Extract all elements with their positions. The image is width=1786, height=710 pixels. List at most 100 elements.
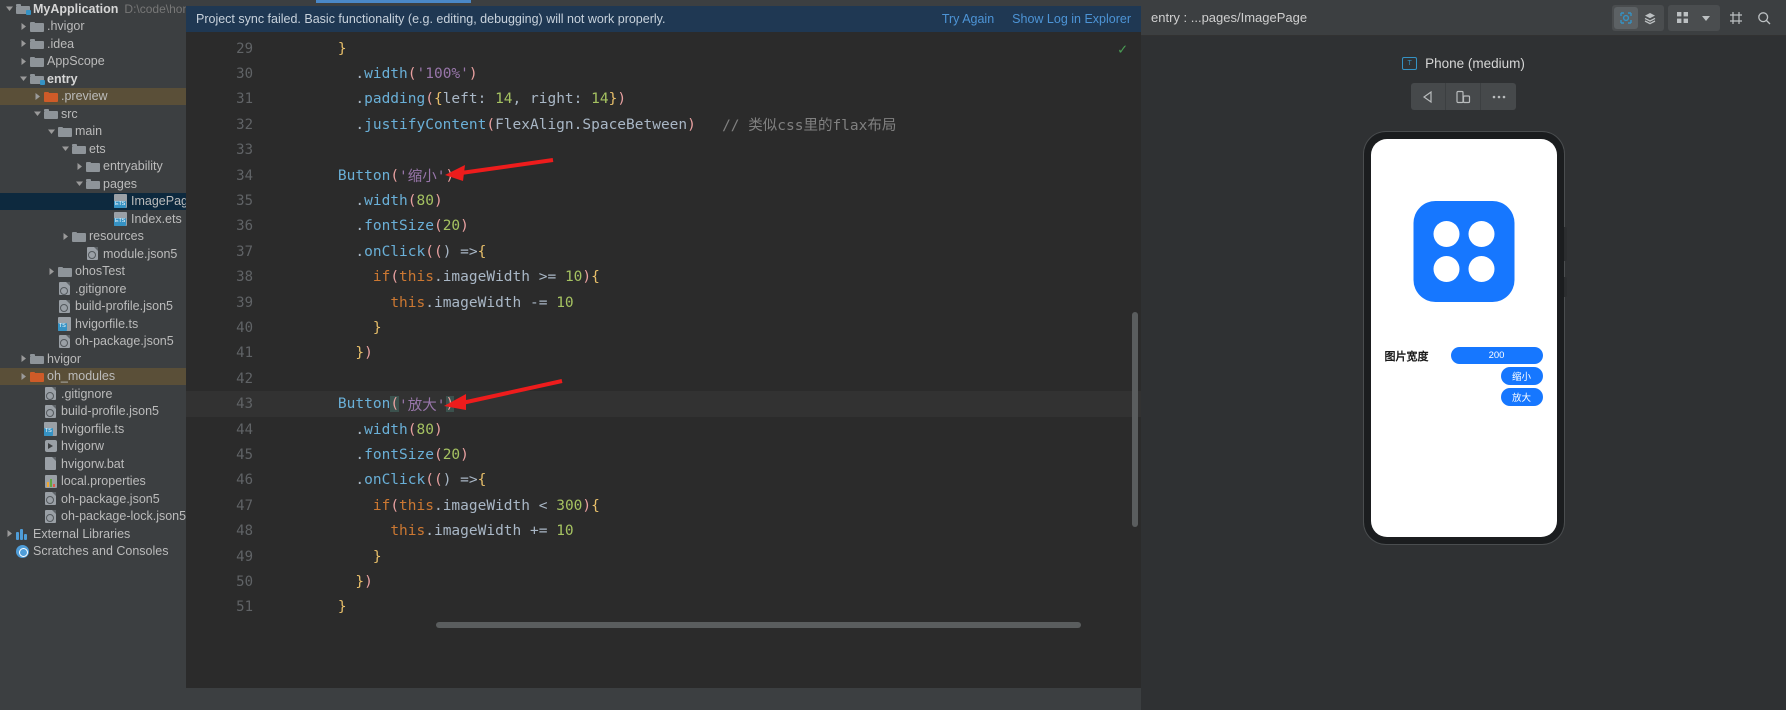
code-line[interactable]: if(this. imageWidth < 300){ <box>303 493 1141 518</box>
chevron-right-icon[interactable] <box>46 263 57 280</box>
project-tree-panel[interactable]: MyApplication D:\code\hong .hvigor .idea App… <box>0 0 186 710</box>
chevron-right-icon[interactable] <box>18 350 29 367</box>
inspector-icon[interactable] <box>1614 6 1638 29</box>
chevron-right-icon[interactable] <box>74 158 85 175</box>
tree-item-index-ets[interactable]: ETS Index.ets <box>0 210 186 228</box>
tree-item-oh-package-lock-json5[interactable]: oh-package-lock.json5 <box>0 508 186 526</box>
tree-item-gitignore[interactable]: .gitignore <box>0 280 186 298</box>
chevron-right-icon[interactable] <box>18 368 29 385</box>
code-line[interactable] <box>303 138 1141 163</box>
tree-item-hvigor[interactable]: hvigor <box>0 350 186 368</box>
tree-item-preview[interactable]: .preview <box>0 87 186 105</box>
code-content[interactable]: } . width('100%') . padding({left: 14, rig… <box>261 32 1141 632</box>
device-controls[interactable] <box>1411 83 1516 110</box>
code-token: width <box>364 193 408 210</box>
chevron-right-icon[interactable] <box>18 53 29 70</box>
chevron-right-icon[interactable] <box>18 18 29 35</box>
device-screen[interactable]: 图片宽度 200 缩小 放大 <box>1370 139 1557 537</box>
previewer-toolbar[interactable] <box>1612 4 1776 31</box>
chevron-right-icon[interactable] <box>32 88 43 105</box>
enlarge-button[interactable]: 放大 <box>1500 388 1543 406</box>
try-again-link[interactable]: Try Again <box>942 12 994 26</box>
fit-to-frame-icon[interactable] <box>1724 7 1748 29</box>
tree-item-hvigorw[interactable]: hvigorw <box>0 438 186 456</box>
tree-item-idea[interactable]: .idea <box>0 35 186 53</box>
code-line[interactable]: }) <box>303 341 1141 366</box>
tree-item-pages[interactable]: pages <box>0 175 186 193</box>
tree-item-entryability[interactable]: entryability <box>0 158 186 176</box>
chevron-down-icon[interactable] <box>1694 7 1718 29</box>
tree-item-module-json5[interactable]: module.json5 <box>0 245 186 263</box>
code-line[interactable]: . onClick(() =>{ <box>303 239 1141 264</box>
code-line[interactable]: Button('放大') <box>261 391 1141 417</box>
show-log-in-explorer-link[interactable]: Show Log in Explorer <box>1012 12 1131 26</box>
chevron-right-icon[interactable] <box>18 35 29 52</box>
tree-item-hvigorfile-ts[interactable]: TS hvigorfile.ts <box>0 420 186 438</box>
tree-item-local-properties[interactable]: local.properties <box>0 473 186 491</box>
code-editor[interactable]: 29 30 31 32 33 34 35 36 37 38 39 40 41 42 43 44 45 46 47 48… <box>186 32 1141 632</box>
chevron-down-icon[interactable] <box>46 123 57 140</box>
code-line[interactable]: . fontSize(20) <box>303 214 1141 239</box>
tree-item-oh-package-json5[interactable]: oh-package.json5 <box>0 490 186 508</box>
json5-file-icon <box>43 508 58 524</box>
code-line[interactable]: . padding({left: 14, right: 14}) <box>303 87 1141 112</box>
code-line[interactable]: . width(80) <box>303 417 1141 442</box>
shrink-button[interactable]: 缩小 <box>1500 367 1543 385</box>
code-line[interactable]: }) <box>303 569 1141 594</box>
tree-item-imagepage[interactable]: ETSImagePage. <box>0 192 186 210</box>
grid-layout-icon[interactable] <box>1670 7 1694 29</box>
code-line[interactable]: . justifyContent(FlexAlign. SpaceBetween) … <box>303 112 1141 137</box>
code-line[interactable]: . fontSize(20) <box>303 442 1141 467</box>
tree-item-resources[interactable]: resources <box>0 228 186 246</box>
device-selector[interactable]: T Phone (medium) <box>1402 56 1525 71</box>
code-line[interactable]: this. imageWidth -= 10 <box>303 290 1141 315</box>
back-icon[interactable] <box>1411 83 1446 110</box>
code-line[interactable]: . onClick(() =>{ <box>303 468 1141 493</box>
tree-item-myapplication[interactable]: MyApplication D:\code\hong <box>0 0 186 18</box>
code-line[interactable]: } <box>303 544 1141 569</box>
layers-icon[interactable] <box>1638 7 1662 29</box>
inspect-tool-group[interactable] <box>1612 4 1664 31</box>
layout-tool-group[interactable] <box>1668 4 1720 31</box>
code-line[interactable]: . width(80) <box>303 188 1141 213</box>
rotate-device-icon[interactable] <box>1446 83 1481 110</box>
tree-item-ets[interactable]: ets <box>0 140 186 158</box>
tree-item-ohostest[interactable]: ohosTest <box>0 263 186 281</box>
tree-item-entry[interactable]: entry <box>0 70 186 88</box>
tree-item-hvigor[interactable]: .hvigor <box>0 18 186 36</box>
code-line[interactable] <box>303 366 1141 391</box>
code-line[interactable]: } <box>303 315 1141 340</box>
zoom-out-icon[interactable] <box>1752 7 1776 29</box>
chevron-down-icon[interactable] <box>4 0 15 17</box>
tree-item-src[interactable]: src <box>0 105 186 123</box>
tree-item-hvigorfile-ts[interactable]: TS hvigorfile.ts <box>0 315 186 333</box>
code-line[interactable]: } <box>303 36 1141 61</box>
tree-item-build-profile-json5[interactable]: build-profile.json5 <box>0 403 186 421</box>
chevron-down-icon[interactable] <box>32 105 43 122</box>
tree-item-appscope[interactable]: AppScope <box>0 53 186 71</box>
editor-horizontal-scrollbar[interactable] <box>436 622 1081 628</box>
code-line[interactable]: if(this. imageWidth >= 10){ <box>303 265 1141 290</box>
tree-item-oh-modules[interactable]: oh_modules <box>0 367 186 385</box>
more-options-icon[interactable] <box>1481 83 1516 110</box>
code-line[interactable]: } <box>303 595 1141 620</box>
code-line[interactable]: this. imageWidth += 10 <box>303 518 1141 543</box>
tree-item-oh-package-json5[interactable]: oh-package.json5 <box>0 333 186 351</box>
tree-item-build-profile-json5[interactable]: build-profile.json5 <box>0 298 186 316</box>
chevron-down-icon[interactable] <box>60 140 71 157</box>
editor-vertical-scrollbar[interactable] <box>1132 312 1138 527</box>
chevron-down-icon[interactable] <box>18 70 29 87</box>
chevron-right-icon[interactable] <box>60 228 71 245</box>
tree-item-gitignore[interactable]: .gitignore <box>0 385 186 403</box>
chevron-down-icon[interactable] <box>74 175 85 192</box>
line-number-gutter[interactable]: 29 30 31 32 33 34 35 36 37 38 39 40 41 42 43 44 45 46 47 48… <box>186 32 261 632</box>
tree-item-main[interactable]: main <box>0 123 186 141</box>
code-token: } <box>355 345 365 362</box>
tree-item-hvigorw-bat[interactable]: hvigorw.bat <box>0 455 186 473</box>
code-line[interactable]: . width('100%') <box>303 61 1141 86</box>
tree-item-external-libraries[interactable]: External Libraries <box>0 525 186 543</box>
code-line[interactable]: Button('缩小') <box>303 163 1141 188</box>
tree-item-scratches-and-consoles[interactable]: Scratches and Consoles <box>0 543 186 561</box>
chevron-right-icon[interactable] <box>4 525 15 542</box>
